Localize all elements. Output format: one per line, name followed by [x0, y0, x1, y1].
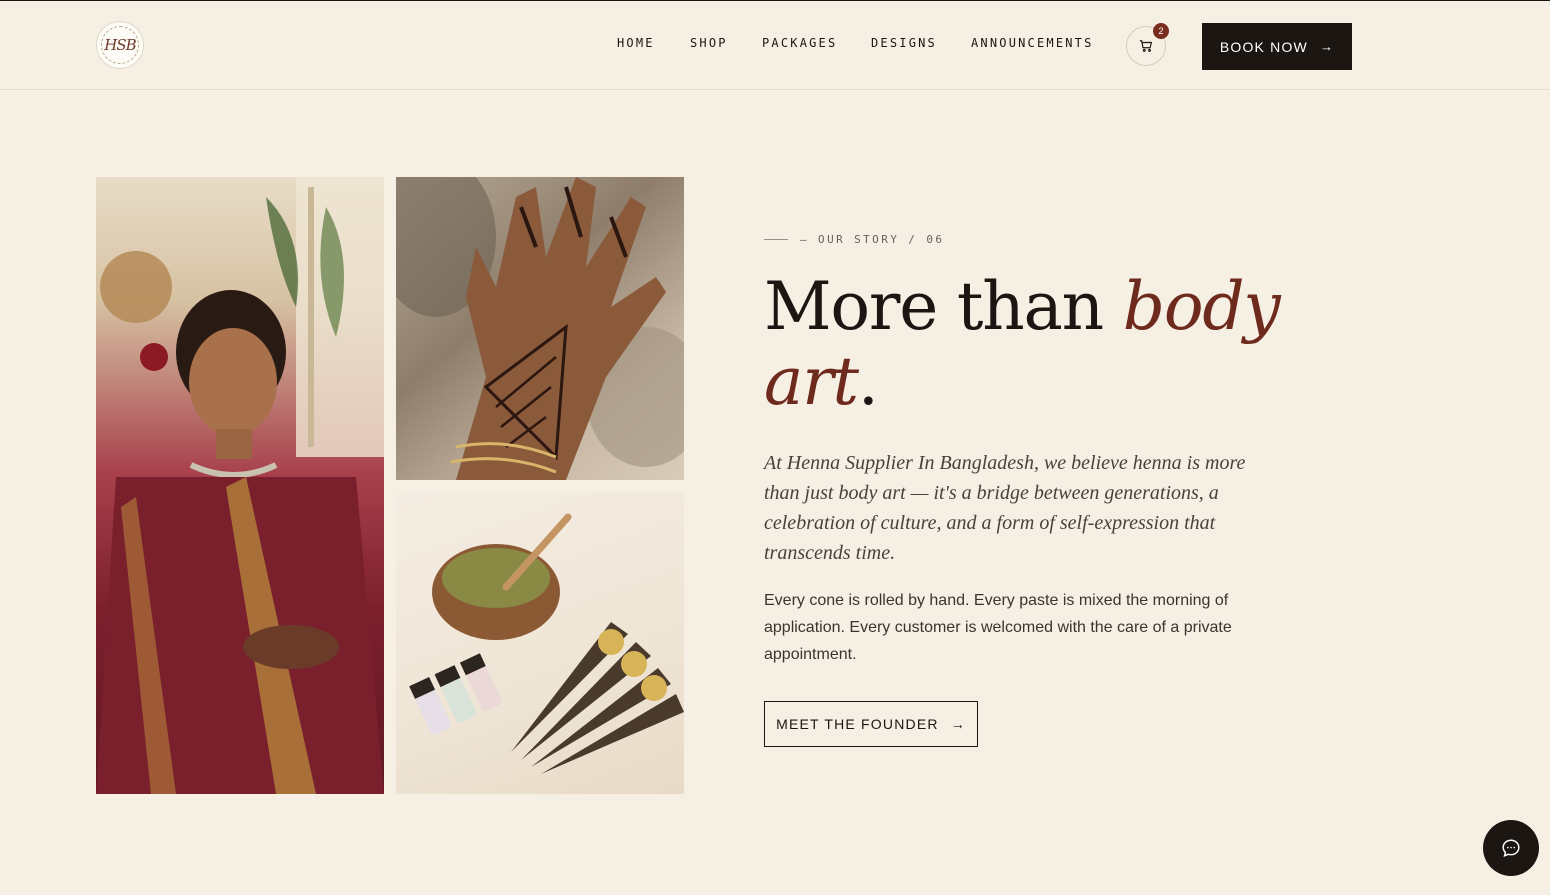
nav-announcements[interactable]: ANNOUNCEMENTS	[971, 36, 1094, 50]
chat-button[interactable]	[1483, 820, 1539, 876]
henna-products-image	[396, 492, 684, 794]
nav-home[interactable]: HOME	[617, 36, 655, 50]
cart-count-badge: 2	[1153, 23, 1169, 39]
nav-designs[interactable]: DESIGNS	[871, 36, 937, 50]
chat-icon	[1502, 839, 1520, 857]
logo[interactable]: HSB	[96, 21, 144, 69]
headline-emphasis-2: art	[764, 343, 859, 420]
bride-portrait-image	[96, 177, 384, 794]
logo-mark: HSB	[104, 36, 136, 54]
body-paragraph: Every cone is rolled by hand. Every past…	[764, 592, 1232, 663]
headline-plain: More than	[764, 268, 1123, 345]
eyebrow-rule	[764, 239, 788, 240]
cart-button[interactable]: 2	[1126, 23, 1169, 66]
arrow-right-icon: →	[1319, 39, 1335, 54]
cart-icon	[1139, 40, 1153, 52]
lead-paragraph: At Henna Supplier In Bangladesh, we beli…	[764, 452, 1246, 564]
section-eyebrow: — OUR STORY / 06	[764, 233, 944, 246]
arrow-right-icon: →	[950, 716, 966, 732]
nav-packages[interactable]: PACKAGES	[762, 36, 837, 50]
book-now-button[interactable]: BOOK NOW →	[1202, 23, 1352, 70]
headline-period: .	[857, 343, 879, 420]
meet-the-founder-label: MEET THE FOUNDER	[776, 716, 939, 732]
meet-the-founder-button[interactable]: MEET THE FOUNDER →	[764, 701, 978, 747]
henna-hand-image	[396, 177, 684, 480]
eyebrow-text: — OUR STORY / 06	[800, 233, 945, 246]
book-now-label: BOOK NOW	[1219, 38, 1308, 55]
page-title: More than body art.	[764, 269, 1324, 419]
site-header: HSB HOME SHOP PACKAGES DESIGNS ANNOUNCEM…	[0, 1, 1550, 90]
headline-emphasis-1: body	[1122, 268, 1281, 345]
nav-shop[interactable]: SHOP	[690, 36, 728, 50]
